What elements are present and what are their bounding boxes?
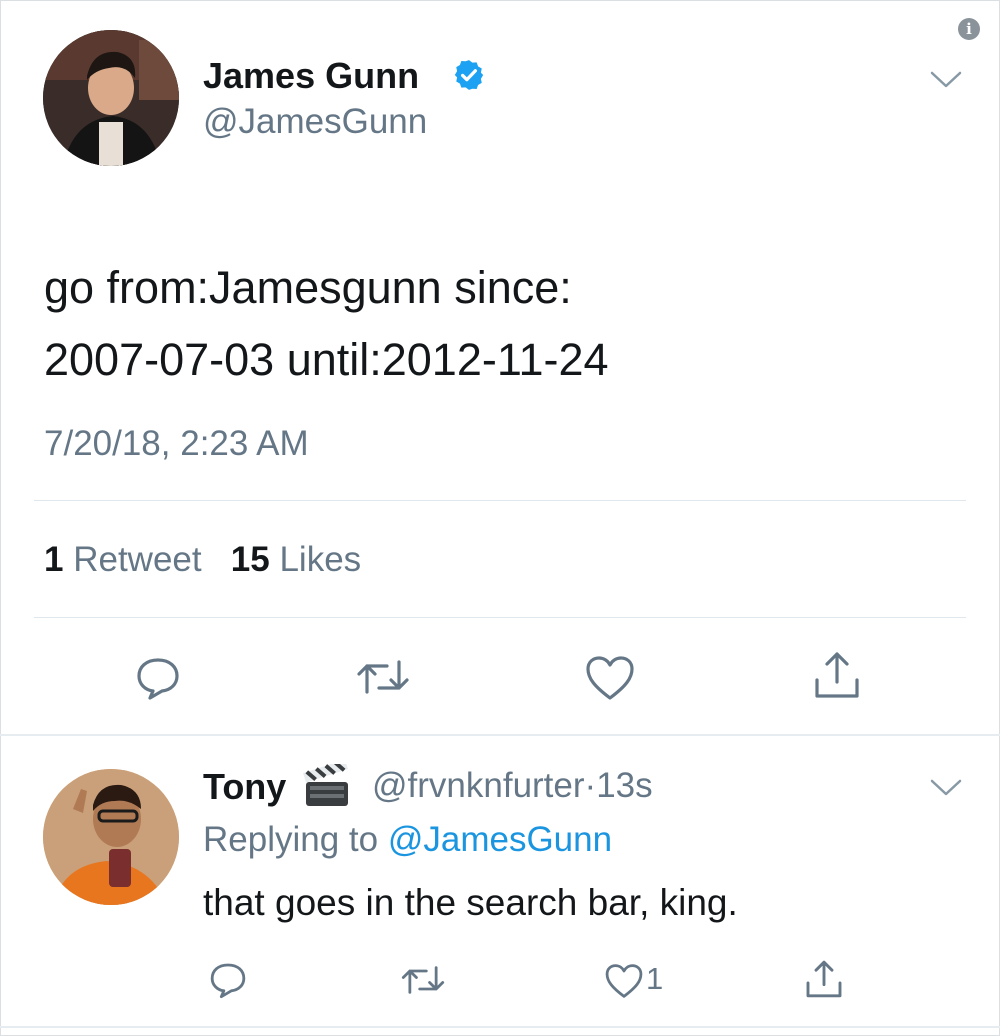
chevron-down-icon[interactable]: [930, 70, 962, 90]
reply-author-name[interactable]: Tony: [203, 766, 286, 808]
replying-to: Replying to @JamesGunn: [203, 820, 612, 860]
divider: [34, 617, 966, 618]
retweet-icon[interactable]: [355, 656, 411, 698]
replying-prefix: Replying to: [203, 820, 379, 859]
clapper-board-icon: [303, 764, 348, 806]
engagement-stats: 1 Retweet 15 Likes: [44, 540, 361, 580]
likes-label: Likes: [279, 540, 362, 579]
info-icon[interactable]: i: [958, 18, 980, 40]
section-separator: [0, 734, 1000, 736]
tweet-text: go from:Jamesgunn since: 2007-07-03 unti…: [44, 252, 964, 396]
tweet-text-line: 2007-07-03 until:2012-11-24: [44, 334, 609, 385]
reply-like-count: 1: [646, 961, 664, 996]
heart-icon[interactable]: [584, 654, 636, 702]
bottom-separator: [0, 1026, 1000, 1028]
author-avatar[interactable]: [43, 30, 179, 166]
dot-separator: ·: [584, 766, 597, 805]
tweet-timestamp[interactable]: 7/20/18, 2:23 AM: [44, 424, 309, 464]
likes-stat[interactable]: 15 Likes: [231, 540, 361, 579]
tweet-text-line: go from:Jamesgunn since:: [44, 262, 572, 313]
author-name[interactable]: James Gunn: [203, 55, 419, 97]
share-icon[interactable]: [804, 958, 844, 1000]
author-handle[interactable]: @JamesGunn: [203, 102, 427, 142]
reply-age[interactable]: 13s: [596, 766, 652, 805]
heart-icon[interactable]: [604, 962, 644, 1000]
chevron-down-icon[interactable]: [930, 778, 962, 798]
retweet-count: 1: [44, 540, 64, 579]
like-count: 15: [230, 540, 270, 579]
verified-badge-icon: [454, 60, 484, 90]
retweet-stat[interactable]: 1 Retweet: [44, 540, 202, 579]
retweet-label: Retweet: [73, 540, 202, 579]
share-icon[interactable]: [812, 650, 862, 700]
reply-text: that goes in the search bar, king.: [203, 882, 738, 923]
divider: [34, 500, 966, 501]
reply-handle-and-age: @frvnknfurter·13s: [372, 766, 653, 806]
reply-author-handle[interactable]: @frvnknfurter: [372, 766, 585, 805]
reply-icon[interactable]: [134, 654, 182, 702]
retweet-icon[interactable]: [400, 962, 446, 998]
reply-icon[interactable]: [208, 960, 248, 1000]
replying-handle-link[interactable]: @JamesGunn: [388, 820, 612, 859]
reply-author-avatar[interactable]: [43, 769, 179, 905]
